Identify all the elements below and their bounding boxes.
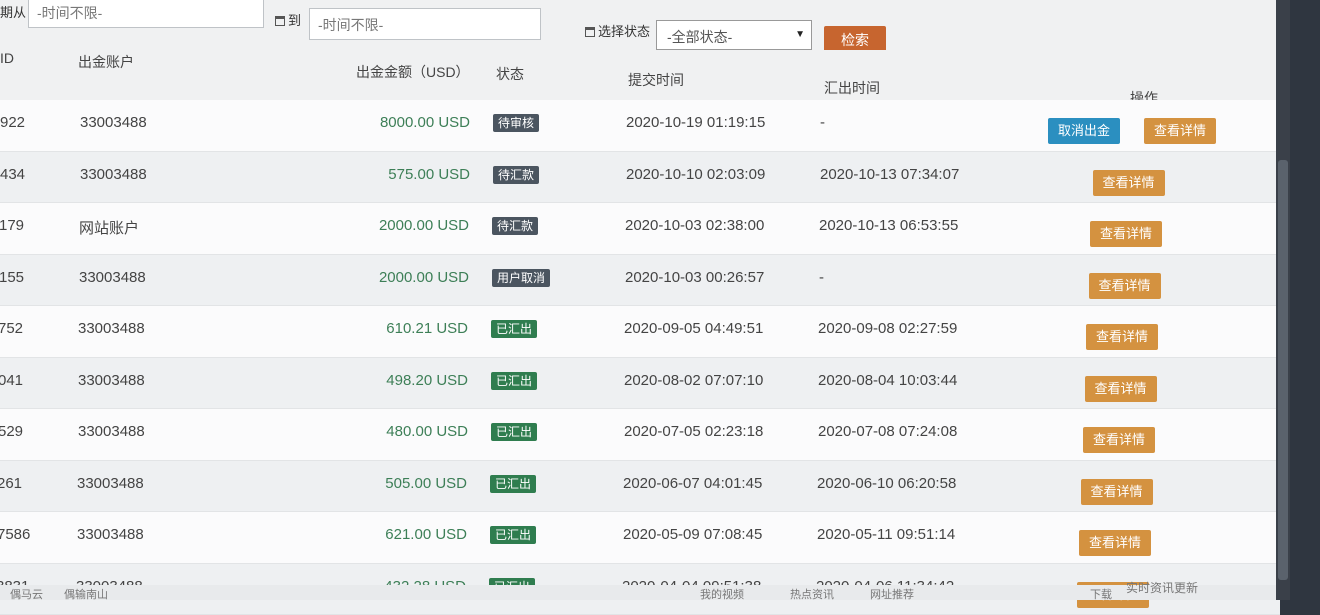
row-id: 179 <box>0 217 24 234</box>
row-id: 155 <box>0 269 24 286</box>
row-amount: 621.00 USD <box>287 526 467 543</box>
view-details-button[interactable]: 查看详情 <box>1090 221 1162 247</box>
view-details-button[interactable]: 查看详情 <box>1083 427 1155 453</box>
status-select[interactable]: -全部状态- ▼ <box>656 20 812 50</box>
row-remit-time: 2020-07-08 07:24:08 <box>818 423 957 440</box>
row-remit-time: 2020-05-11 09:51:14 <box>817 526 955 543</box>
col-status: 状态 <box>496 64 524 84</box>
table-row: 041 33003488 498.20 USD 已汇出 2020-08-02 07:07… <box>0 358 1280 410</box>
status-badge: 已汇出 <box>491 423 537 441</box>
col-id: ID <box>0 50 14 66</box>
cancel-withdrawal-button[interactable]: 取消出金 <box>1048 118 1120 144</box>
row-remit-time: - <box>819 269 824 286</box>
news-ticker[interactable]: 实时资讯更新 <box>1126 579 1198 596</box>
row-amount: 2000.00 USD <box>289 217 469 234</box>
table-row: 7586 33003488 621.00 USD 已汇出 2020-05-09 07:0… <box>0 512 1280 564</box>
status-badge: 已汇出 <box>491 320 537 338</box>
row-account: 33003488 <box>78 423 145 440</box>
browser-footer: 偶马云 偶输南山 我的视频 热点资讯 网址推荐 下载 实时资讯更新 <box>0 585 1280 600</box>
status-badge: 已汇出 <box>491 372 537 390</box>
view-details-button[interactable]: 查看详情 <box>1079 530 1151 556</box>
row-submit-time: 2020-10-19 01:19:15 <box>626 114 765 131</box>
row-remit-time: 2020-06-10 06:20:58 <box>817 475 956 492</box>
row-account: 33003488 <box>77 526 144 543</box>
table-row: 529 33003488 480.00 USD 已汇出 2020-07-05 02:23… <box>0 409 1280 461</box>
row-submit-time: 2020-05-09 07:08:45 <box>623 526 762 543</box>
row-amount: 498.20 USD <box>288 372 468 389</box>
view-details-button[interactable]: 查看详情 <box>1144 118 1216 144</box>
status-badge: 待汇款 <box>492 217 538 235</box>
row-remit-time: 2020-09-08 02:27:59 <box>818 320 957 337</box>
row-account: 33003488 <box>78 320 145 337</box>
table-header: ID 出金账户 出金金额（USD） 状态 提交时间 汇出时间 操作 <box>0 50 1280 102</box>
view-details-button[interactable]: 查看详情 <box>1086 324 1158 350</box>
view-details-button[interactable]: 查看详情 <box>1093 170 1165 196</box>
status-label: 选择状态 <box>585 21 650 40</box>
row-submit-time: 2020-07-05 02:23:18 <box>624 423 763 440</box>
table-row: 155 33003488 2000.00 USD 用户取消 2020-10-03 00:… <box>0 255 1280 307</box>
table-body: 922 33003488 8000.00 USD 待审核 2020-10-19 01:1… <box>0 100 1280 615</box>
status-badge: 已汇出 <box>490 526 536 544</box>
row-id: 752 <box>0 320 23 337</box>
table-row: 434 33003488 575.00 USD 待汇款 2020-10-10 02:03… <box>0 152 1280 204</box>
view-details-button[interactable]: 查看详情 <box>1089 273 1161 299</box>
row-amount: 480.00 USD <box>288 423 468 440</box>
row-submit-time: 2020-10-03 00:26:57 <box>625 269 764 286</box>
row-id: 041 <box>0 372 23 389</box>
view-details-button[interactable]: 查看详情 <box>1081 479 1153 505</box>
row-amount: 8000.00 USD <box>290 114 470 131</box>
scrollbar-thumb[interactable] <box>1278 160 1288 580</box>
row-submit-time: 2020-10-10 02:03:09 <box>626 166 765 183</box>
from-date-input[interactable]: -时间不限- <box>28 0 264 28</box>
col-submit-time: 提交时间 <box>628 70 684 90</box>
filter-bar: 期从 -时间不限- 到 -时间不限- 选择状态 -全部状态- ▼ 检索 <box>0 0 1280 52</box>
status-badge: 已汇出 <box>490 475 536 493</box>
from-label: 期从 <box>0 2 26 21</box>
row-submit-time: 2020-08-02 07:07:10 <box>624 372 763 389</box>
row-account: 33003488 <box>77 475 144 492</box>
row-submit-time: 2020-10-03 02:38:00 <box>625 217 764 234</box>
table-row: 922 33003488 8000.00 USD 待审核 2020-10-19 01:1… <box>0 100 1280 152</box>
row-remit-time: 2020-10-13 06:53:55 <box>819 217 958 234</box>
row-remit-time: 2020-10-13 07:34:07 <box>820 166 959 183</box>
calendar-icon <box>275 16 285 26</box>
status-badge: 待汇款 <box>493 166 539 184</box>
row-account: 33003488 <box>80 114 147 131</box>
row-id: 529 <box>0 423 23 440</box>
row-account: 网站账户 <box>79 217 139 238</box>
col-account: 出金账户 <box>78 52 134 72</box>
row-amount: 2000.00 USD <box>289 269 469 286</box>
row-amount: 610.21 USD <box>288 320 468 337</box>
table-row: 261 33003488 505.00 USD 已汇出 2020-06-07 04:01… <box>0 461 1280 513</box>
row-account: 33003488 <box>79 269 146 286</box>
row-remit-time: 2020-08-04 10:03:44 <box>818 372 957 389</box>
status-select-value: -全部状态- <box>667 29 732 45</box>
status-badge: 用户取消 <box>492 269 550 287</box>
to-label: 到 <box>275 10 301 29</box>
to-date-input[interactable]: -时间不限- <box>309 8 541 40</box>
row-id: 434 <box>0 166 25 183</box>
row-submit-time: 2020-09-05 04:49:51 <box>624 320 763 337</box>
row-submit-time: 2020-06-07 04:01:45 <box>623 475 762 492</box>
view-details-button[interactable]: 查看详情 <box>1085 376 1157 402</box>
row-remit-time: - <box>820 114 825 131</box>
table-row: 752 33003488 610.21 USD 已汇出 2020-09-05 04:49… <box>0 306 1280 358</box>
table-row: 179 网站账户 2000.00 USD 待汇款 2020-10-03 02:38:00… <box>0 203 1280 255</box>
col-remit-time: 汇出时间 <box>824 78 880 98</box>
calendar-icon <box>585 27 595 37</box>
row-amount: 505.00 USD <box>287 475 467 492</box>
caret-down-icon: ▼ <box>795 29 805 40</box>
row-account: 33003488 <box>80 166 147 183</box>
row-id: 261 <box>0 475 22 492</box>
status-badge: 待审核 <box>493 114 539 132</box>
row-account: 33003488 <box>78 372 145 389</box>
col-amount: 出金金额（USD） <box>356 62 470 82</box>
row-id: 922 <box>0 114 25 131</box>
withdrawal-panel: 期从 -时间不限- 到 -时间不限- 选择状态 -全部状态- ▼ 检索 ID 出… <box>0 0 1280 600</box>
row-amount: 575.00 USD <box>290 166 470 183</box>
row-id: 7586 <box>0 526 30 543</box>
